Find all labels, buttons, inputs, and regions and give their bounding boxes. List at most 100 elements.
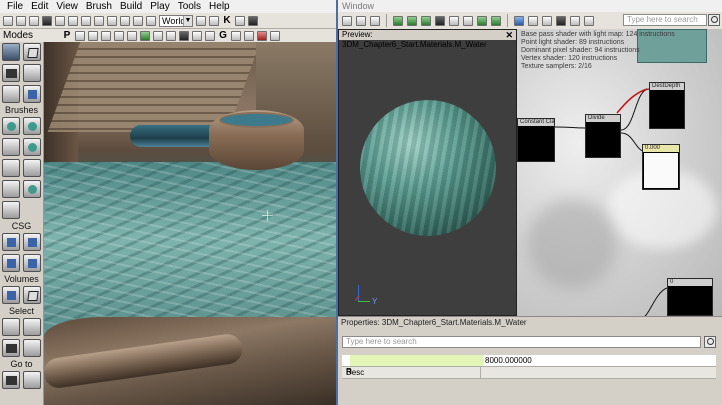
geometry-mode-button[interactable] bbox=[23, 43, 41, 61]
group-g-button[interactable]: G bbox=[218, 30, 228, 41]
mesh-preview-icon[interactable] bbox=[449, 15, 459, 26]
terrain-mode-button[interactable] bbox=[2, 64, 20, 82]
cylinder-brush-button[interactable] bbox=[23, 138, 41, 156]
properties-search-input[interactable]: Type here to search bbox=[342, 336, 701, 348]
build-cover-icon[interactable] bbox=[114, 30, 125, 41]
sphere-brush-button[interactable] bbox=[23, 180, 41, 198]
paste-icon[interactable] bbox=[146, 15, 156, 26]
mesh-paint-button[interactable] bbox=[23, 85, 41, 103]
realtime-preview-icon[interactable] bbox=[463, 15, 473, 26]
unlit-icon[interactable] bbox=[244, 30, 255, 41]
build-lighting-icon[interactable] bbox=[88, 30, 99, 41]
build-all-icon[interactable] bbox=[140, 30, 151, 41]
csg-intersect-button[interactable] bbox=[2, 254, 20, 272]
visibility-icon[interactable] bbox=[556, 15, 566, 26]
goto-actor-button[interactable] bbox=[2, 371, 20, 389]
build-geometry-icon[interactable] bbox=[75, 30, 86, 41]
back-arrow-icon[interactable] bbox=[477, 15, 487, 26]
menu-play[interactable]: Play bbox=[146, 0, 173, 13]
show-selected-button[interactable] bbox=[2, 339, 20, 357]
bottom-node[interactable]: 0 bbox=[667, 278, 713, 316]
menu-help[interactable]: Help bbox=[205, 0, 234, 13]
clean-icon[interactable] bbox=[584, 15, 594, 26]
hide-selected-button[interactable] bbox=[23, 339, 41, 357]
new-file-icon[interactable] bbox=[3, 15, 13, 26]
redo-icon[interactable] bbox=[94, 15, 104, 26]
matinee-icon[interactable] bbox=[235, 15, 245, 26]
csg-add-button[interactable] bbox=[2, 233, 20, 251]
kismet-k-button[interactable]: K bbox=[222, 15, 232, 26]
menu-tools[interactable]: Tools bbox=[174, 0, 205, 13]
select-all-button[interactable] bbox=[2, 318, 20, 336]
grid-toggle-icon[interactable] bbox=[370, 15, 380, 26]
move-icon[interactable] bbox=[120, 15, 130, 26]
material-node-graph[interactable]: Base pass shader with light map: 124 ins… bbox=[517, 29, 722, 316]
save-all-icon[interactable] bbox=[55, 15, 65, 26]
menu-build[interactable]: Build bbox=[116, 0, 146, 13]
grid-icon[interactable] bbox=[153, 30, 164, 41]
menu-view[interactable]: View bbox=[52, 0, 82, 13]
cube-brush-button[interactable] bbox=[2, 117, 20, 135]
search-icon[interactable] bbox=[708, 14, 720, 26]
material-preview-panel[interactable]: Preview: 3DM_Chapter6_Start.Materials.M_… bbox=[338, 29, 517, 316]
play-in-editor-icon[interactable] bbox=[248, 15, 258, 26]
plane-preview-icon[interactable] bbox=[435, 15, 445, 26]
move-mode-button[interactable] bbox=[23, 64, 41, 82]
sphere-icon[interactable] bbox=[127, 30, 138, 41]
cube-preview-icon[interactable] bbox=[407, 15, 417, 26]
toggle-stats-icon[interactable] bbox=[542, 15, 552, 26]
open-folder-icon[interactable] bbox=[16, 15, 26, 26]
home-icon[interactable] bbox=[491, 15, 501, 26]
property-row[interactable]: R 8000.000000 bbox=[342, 355, 716, 376]
spiral-stair-button[interactable] bbox=[2, 180, 20, 198]
scalar-node[interactable]: 0.000 bbox=[642, 144, 680, 190]
binoculars-icon[interactable] bbox=[196, 15, 206, 26]
undo-icon[interactable] bbox=[81, 15, 91, 26]
add-volume-button[interactable] bbox=[2, 286, 20, 304]
sphere-preview-icon[interactable] bbox=[421, 15, 431, 26]
texture-mode-button[interactable] bbox=[2, 85, 20, 103]
camera-mode-button[interactable] bbox=[2, 43, 20, 61]
cone-brush-button[interactable] bbox=[23, 117, 41, 135]
apply-check-icon[interactable] bbox=[342, 15, 352, 26]
browser-icon[interactable] bbox=[68, 15, 78, 26]
build-paths-icon[interactable] bbox=[101, 30, 112, 41]
divide-node[interactable]: Divide bbox=[585, 114, 621, 158]
select-none-button[interactable] bbox=[23, 318, 41, 336]
dropdown-icon[interactable] bbox=[29, 15, 39, 26]
hierarchy-icon[interactable] bbox=[514, 15, 524, 26]
property-value[interactable]: 8000.000000 bbox=[480, 355, 716, 366]
kismet-icon[interactable] bbox=[209, 15, 219, 26]
sheet-brush-button[interactable] bbox=[23, 159, 41, 177]
select-icon[interactable] bbox=[107, 15, 117, 26]
volumetric-brush-button[interactable] bbox=[2, 201, 20, 219]
realtime-icon[interactable] bbox=[192, 30, 203, 41]
dest-depth-node[interactable]: DestDepth bbox=[649, 82, 685, 129]
align-icon[interactable] bbox=[570, 15, 580, 26]
save-icon[interactable] bbox=[42, 15, 52, 26]
menu-edit[interactable]: Edit bbox=[27, 0, 52, 13]
menu-file[interactable]: File bbox=[3, 0, 27, 13]
collision-icon[interactable] bbox=[257, 30, 268, 41]
search-material-icon[interactable] bbox=[356, 15, 366, 26]
volume-type-button[interactable] bbox=[23, 286, 41, 304]
search-icon[interactable] bbox=[704, 336, 716, 348]
perspective-viewport[interactable] bbox=[44, 42, 336, 405]
view-icon[interactable] bbox=[231, 30, 242, 41]
close-icon[interactable]: ✕ bbox=[505, 30, 513, 40]
property-value[interactable] bbox=[480, 367, 716, 378]
cylinder-preview-icon[interactable] bbox=[393, 15, 403, 26]
csg-subtract-button[interactable] bbox=[23, 233, 41, 251]
cube-icon[interactable] bbox=[166, 30, 177, 41]
linear-stair-button[interactable] bbox=[2, 159, 20, 177]
goto-builder-button[interactable] bbox=[23, 371, 41, 389]
menu-brush[interactable]: Brush bbox=[82, 0, 116, 13]
constant-clamp-node[interactable]: Constant Clamp bbox=[517, 118, 555, 162]
flatten-icon[interactable] bbox=[528, 15, 538, 26]
lighting-icon[interactable] bbox=[205, 30, 216, 41]
path-p-button[interactable]: P bbox=[62, 30, 72, 41]
material-search-input[interactable]: Type here to search bbox=[623, 14, 707, 26]
camera-icon[interactable] bbox=[179, 30, 190, 41]
csg-deintersect-button[interactable] bbox=[23, 254, 41, 272]
curved-stair-button[interactable] bbox=[2, 138, 20, 156]
